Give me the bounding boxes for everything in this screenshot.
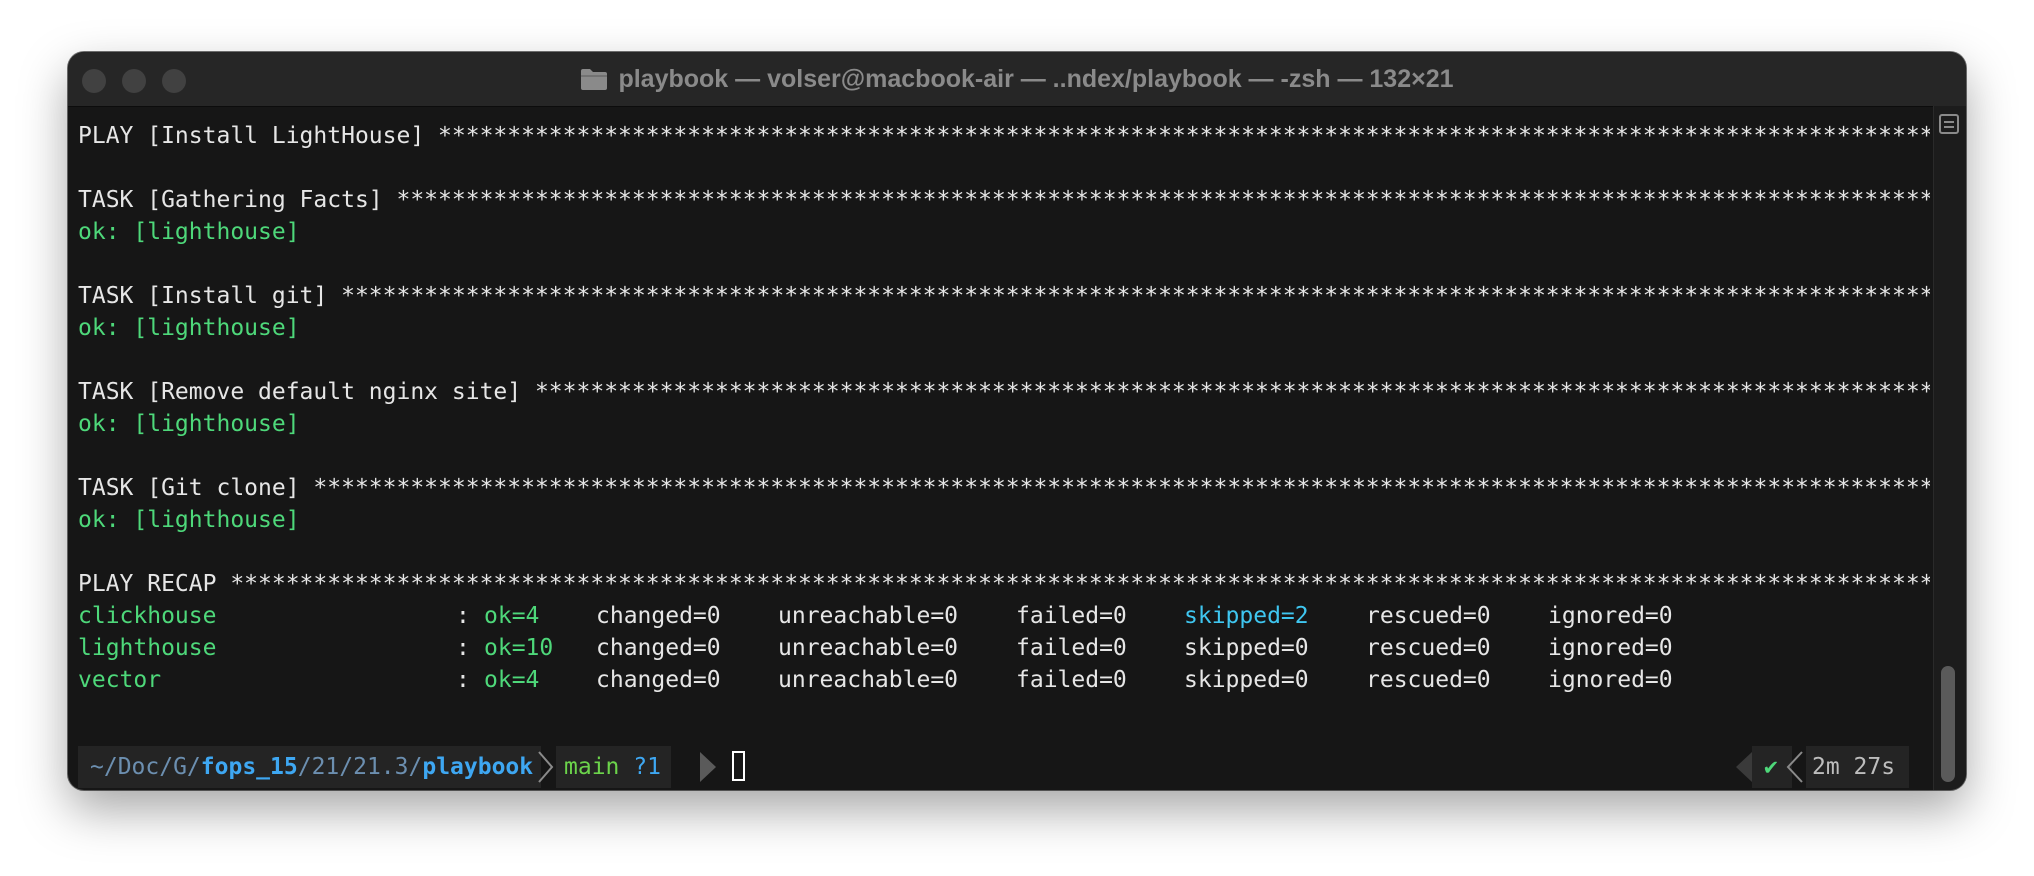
task-header: TASK [Remove default nginx site] *******… [78,379,1930,405]
recap-row: clickhouse : ok=4 changed=0 unreachable=… [78,600,1930,632]
recap-separator: : [456,635,470,661]
recap-skipped: skipped=0 [1184,635,1309,661]
recap-separator: : [456,667,470,693]
recap-failed: failed=0 [1016,603,1127,629]
recap-rescued: rescued=0 [1366,635,1491,661]
recap-changed: changed=0 [596,603,721,629]
task-result: ok: [lighthouse] [78,507,300,533]
folder-icon[interactable] [580,67,608,91]
minimize-window-button[interactable] [122,69,146,93]
shell-prompt[interactable]: ~/Doc/G/fops_15/21/21.3/playbook main ?1… [78,746,1930,788]
path-middle: /21/21.3/ [297,754,423,780]
git-branch: main [564,754,620,780]
recap-failed: failed=0 [1016,635,1127,661]
recap-ignored: ignored=0 [1548,667,1673,693]
task-result: ok: [lighthouse] [78,219,300,245]
segment-arrow-left-icon [1736,752,1752,782]
recap-ok: ok=10 [484,635,554,661]
close-window-button[interactable] [82,69,106,93]
scrollbar[interactable] [1933,106,1966,790]
path-current-dir: playbook [422,754,534,780]
recap-rescued: rescued=0 [1366,667,1491,693]
duration-text: 2m 27s [1812,754,1896,780]
window-controls [82,69,186,93]
recap-host: vector [78,667,162,693]
check-icon: ✔ [1764,754,1778,780]
recap-skipped: skipped=0 [1184,667,1309,693]
recap-failed: failed=0 [1016,667,1127,693]
git-status: ?1 [633,754,661,780]
recap-ignored: ignored=0 [1548,635,1673,661]
task-result: ok: [lighthouse] [78,315,300,341]
segment-arrow-icon [700,752,716,782]
window-title-group: playbook — volser@macbook-air — ..ndex/p… [580,64,1454,94]
play-recap-header: PLAY RECAP *****************************… [78,571,1930,597]
task-result: ok: [lighthouse] [78,411,300,437]
task-header: TASK [Gathering Facts] *****************… [78,187,1930,213]
recap-separator: : [456,603,470,629]
text-cursor[interactable] [732,751,745,781]
recap-rescued: rescued=0 [1366,603,1491,629]
recap-changed: changed=0 [596,635,721,661]
recap-unreachable: unreachable=0 [778,667,959,693]
command-duration: 2m 27s [1806,746,1910,788]
scrollback-toggle-icon[interactable] [1939,114,1959,134]
recap-ok: ok=4 [484,603,540,629]
path-segment-bold: fops_15 [200,754,298,780]
chevron-left-icon [1786,751,1803,783]
title-bar: playbook — volser@macbook-air — ..ndex/p… [68,52,1966,107]
recap-unreachable: unreachable=0 [778,603,959,629]
recap-host: clickhouse [78,603,217,629]
recap-row: lighthouse : ok=10 changed=0 unreachable… [78,632,1930,664]
scrollbar-thumb[interactable] [1941,666,1955,782]
task-header: TASK [Git clone] ***********************… [78,475,1930,501]
recap-unreachable: unreachable=0 [778,635,959,661]
chevron-right-icon [538,751,554,783]
prompt-git: main ?1 [556,746,671,788]
path-prefix: ~/Doc/G/ [90,754,201,780]
window-title: playbook — volser@macbook-air — ..ndex/p… [618,64,1454,93]
recap-ok: ok=4 [484,667,540,693]
recap-changed: changed=0 [596,667,721,693]
prompt-path: ~/Doc/G/fops_15/21/21.3/playbook [78,746,542,788]
recap-host: lighthouse [78,635,217,661]
recap-skipped: skipped=2 [1184,603,1309,629]
task-header: TASK [Install git] *********************… [78,283,1930,309]
terminal-output[interactable]: PLAY [Install LightHouse] **************… [78,106,1930,790]
recap-ignored: ignored=0 [1548,603,1673,629]
zoom-window-button[interactable] [162,69,186,93]
recap-row: vector : ok=4 changed=0 unreachable=0 fa… [78,664,1930,696]
terminal-window: playbook — volser@macbook-air — ..ndex/p… [68,52,1966,790]
play-header: PLAY [Install LightHouse] **************… [78,123,1930,149]
